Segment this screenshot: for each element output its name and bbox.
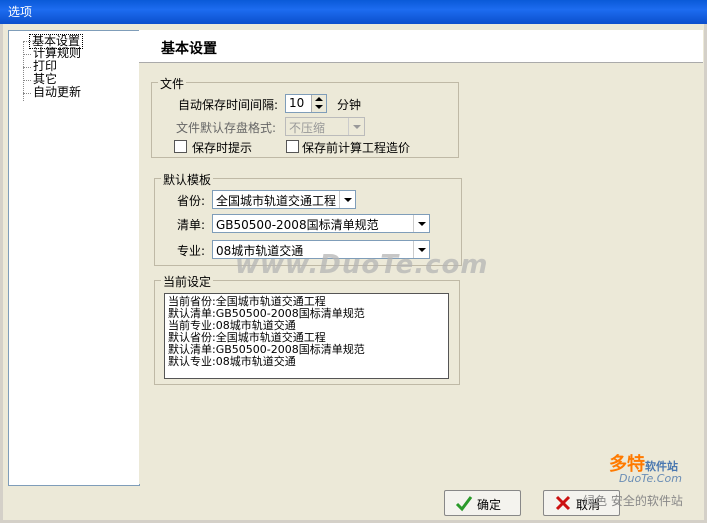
tree-connector-line bbox=[23, 67, 31, 68]
major-label: 专业: bbox=[177, 244, 206, 258]
current-settings-group: 当前设定 当前省份:全国城市轨道交通工程 默认清单:GB50500-2008国标… bbox=[154, 273, 460, 385]
autosave-interval-label: 自动保存时间间隔: bbox=[178, 98, 279, 112]
chevron-down-icon bbox=[344, 198, 352, 202]
spinner-buttons[interactable] bbox=[311, 95, 326, 112]
file-group-legend: 文件 bbox=[158, 75, 187, 92]
settings-panel: 基本设置 文件 自动保存时间间隔: 10 分钟 文件默认存盘格式: 不压缩 保存… bbox=[139, 30, 703, 484]
spin-up-icon bbox=[315, 97, 323, 101]
save-prompt-checkbox[interactable] bbox=[174, 140, 187, 153]
dialog-client-area: 基本设置 计算规则 打印 其它 自动更新 基本设置 文件 自动保存时间间隔: 1… bbox=[3, 24, 704, 520]
file-group: 文件 自动保存时间间隔: 10 分钟 文件默认存盘格式: 不压缩 保存时提示 保… bbox=[151, 75, 459, 158]
province-label: 省份: bbox=[177, 194, 206, 208]
tree-connector-line bbox=[23, 80, 31, 81]
tree-item-auto-update[interactable]: 自动更新 bbox=[31, 86, 83, 99]
tree-connector-line bbox=[23, 93, 31, 94]
default-format-label: 文件默认存盘格式: bbox=[176, 121, 277, 135]
watermark-sub: DuoTe.Com bbox=[619, 472, 682, 485]
options-tree: 基本设置 计算规则 打印 其它 自动更新 bbox=[8, 30, 140, 486]
window-titlebar: 选项 bbox=[0, 0, 707, 24]
watermark-tagline: 绿色 安全的软件站 bbox=[583, 494, 683, 508]
default-format-select[interactable]: 不压缩 bbox=[285, 117, 365, 136]
spin-down-icon bbox=[315, 105, 323, 109]
list-label: 清单: bbox=[177, 218, 206, 232]
ok-button-label: 确定 bbox=[477, 498, 502, 512]
autosave-interval-value: 10 bbox=[289, 96, 305, 110]
checkmark-icon bbox=[455, 496, 473, 512]
default-template-legend: 默认模板 bbox=[161, 171, 214, 188]
current-settings-legend: 当前设定 bbox=[161, 273, 214, 290]
chevron-down-icon bbox=[353, 125, 361, 129]
current-settings-line: 默认专业:08城市轨道交通 bbox=[168, 355, 296, 368]
dropdown-button[interactable] bbox=[339, 191, 355, 208]
chevron-down-icon bbox=[418, 222, 426, 226]
window-title: 选项 bbox=[8, 5, 33, 19]
province-value: 全国城市轨道交通工程 bbox=[216, 194, 337, 208]
ok-button[interactable]: 确定 bbox=[444, 490, 521, 516]
list-value: GB50500-2008国标清单规范 bbox=[216, 218, 379, 232]
save-prompt-label: 保存时提示 bbox=[192, 141, 253, 155]
dropdown-button[interactable] bbox=[348, 118, 364, 135]
tree-connector-line bbox=[23, 54, 31, 55]
calc-before-save-label: 保存前计算工程造价 bbox=[302, 141, 411, 155]
panel-header: 基本设置 bbox=[139, 30, 703, 63]
province-select[interactable]: 全国城市轨道交通工程 bbox=[212, 190, 356, 209]
list-select[interactable]: GB50500-2008国标清单规范 bbox=[212, 214, 430, 233]
tree-connector-line bbox=[23, 41, 24, 101]
autosave-unit-label: 分钟 bbox=[337, 98, 362, 112]
cross-icon bbox=[555, 495, 571, 511]
current-settings-memo[interactable]: 当前省份:全国城市轨道交通工程 默认清单:GB50500-2008国标清单规范 … bbox=[164, 293, 449, 379]
dropdown-button[interactable] bbox=[413, 215, 429, 232]
watermark-text: www.DuoTe.com bbox=[235, 250, 489, 280]
autosave-interval-spinner[interactable]: 10 bbox=[285, 94, 327, 113]
default-format-value: 不压缩 bbox=[289, 121, 326, 135]
page-title: 基本设置 bbox=[161, 41, 217, 57]
calc-before-save-checkbox[interactable] bbox=[286, 140, 299, 153]
